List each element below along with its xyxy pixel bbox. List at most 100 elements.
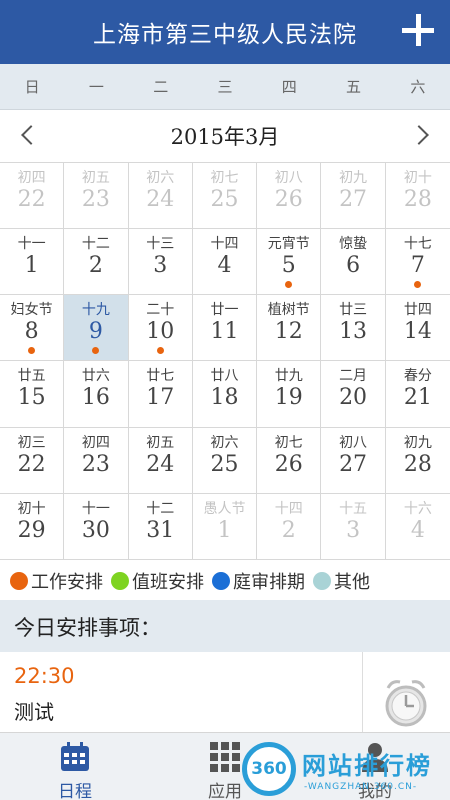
event-dot [156,347,164,355]
lunar-date: 十四 [274,500,303,517]
agenda-title: 今日安排事项： [14,616,161,640]
calendar-day[interactable]: 廿九 19 [257,361,322,428]
day-number: 27 [339,187,368,212]
calendar-day[interactable]: 廿八 18 [192,361,258,428]
tab-schedule[interactable]: 日程 [0,733,150,800]
calendar-day[interactable]: 初四 23 [64,427,129,494]
alarm-clock-icon[interactable] [382,676,430,728]
lunar-date: 十一 [81,500,110,517]
calendar-day[interactable]: 初七 26 [257,427,322,494]
calendar-day[interactable]: 二十 10 [128,295,193,362]
calendar-day[interactable]: 元宵节 5 [257,229,322,296]
calendar-day[interactable]: 初八 26 [257,163,322,230]
calendar-day[interactable]: 廿六 16 [64,361,129,428]
lunar-date: 十二 [146,500,175,517]
calendar-day[interactable]: 初八 27 [321,427,386,494]
event-divider [362,652,363,740]
calendar-day[interactable]: 初七 25 [192,163,258,230]
calendar-day[interactable]: 初五 24 [128,427,193,494]
calendar-day[interactable]: 廿一 11 [192,295,258,362]
calendar-day[interactable]: 初三 22 [0,427,65,494]
lunar-date: 十六 [403,500,432,517]
watermark-text: 网站排行榜 [302,752,432,780]
legend-swatch [111,572,129,590]
lunar-date: 初四 [17,170,46,186]
calendar-day[interactable]: 十二 31 [128,493,193,560]
day-number: 8 [24,319,39,345]
calendar-day[interactable]: 植树节 12 [257,295,322,362]
legend-item: 工作安排 [10,568,103,594]
lunar-date: 初三 [17,434,46,451]
calendar-day[interactable]: 春分 21 [385,361,450,428]
event-dot [285,281,293,289]
day-number: 4 [217,253,232,279]
calendar-day[interactable]: 廿五 15 [0,361,65,428]
legend-swatch [10,572,28,590]
lunar-date: 初六 [146,170,175,186]
day-number: 24 [146,187,175,212]
calendar-day[interactable]: 十七 7 [385,229,450,296]
agenda-event[interactable]: 22:30 测试 [0,652,450,740]
legend-label: 其他 [334,572,370,593]
weekday-label: 三 [217,78,233,96]
calendar-day[interactable]: 廿三 13 [321,295,386,362]
calendar-day[interactable]: 初十 29 [0,493,65,560]
lunar-date: 初十 [403,170,432,186]
calendar-day[interactable]: 廿七 17 [128,361,193,428]
weekday-bar: 日一二三四五六 [0,64,450,110]
day-number: 25 [210,187,239,212]
calendar-day[interactable]: 十四 2 [257,493,322,560]
lunar-date: 廿五 [17,368,46,385]
calendar-day[interactable]: 初十 28 [385,163,450,230]
day-number: 26 [274,187,303,212]
lunar-date: 十四 [210,236,239,253]
chevron-left-icon[interactable] [21,125,41,145]
grid-icon [210,742,240,772]
calendar-day[interactable]: 初九 28 [385,428,450,494]
calendar-day[interactable]: 初五 23 [64,163,129,230]
day-number: 13 [339,319,368,345]
weekday-label: 日 [24,78,40,96]
day-number: 24 [146,451,175,477]
lunar-date: 初六 [210,434,239,451]
lunar-date: 初九 [403,434,432,451]
day-number: 10 [146,319,175,345]
weekday-label: 四 [281,78,297,96]
plus-icon[interactable] [400,12,436,48]
day-number: 1 [217,517,232,543]
calendar-day-today[interactable]: 十九 9 [64,295,129,362]
calendar-day[interactable]: 初四 22 [0,163,65,230]
calendar-day[interactable]: 二月 20 [321,361,386,428]
day-number: 27 [339,451,368,477]
calendar-day[interactable]: 十一 30 [64,493,129,560]
calendar-day[interactable]: 廿四 14 [385,295,450,362]
watermark-badge: 360 [251,759,287,779]
day-number: 19 [274,385,303,411]
lunar-date: 廿七 [146,368,175,385]
calendar-day[interactable]: 愚人节 1 [192,493,258,560]
calendar-day[interactable]: 十二 2 [64,229,129,296]
day-number: 30 [81,517,110,543]
calendar-day[interactable]: 十四 4 [192,229,258,296]
chevron-right-icon[interactable] [409,125,429,145]
day-number: 26 [274,451,303,477]
day-number: 2 [88,253,103,279]
calendar-day[interactable]: 初九 27 [321,163,386,230]
calendar-day[interactable]: 初六 24 [128,163,193,230]
calendar-icon [61,742,89,771]
legend-item: 其他 [313,568,370,594]
calendar-day[interactable]: 十五 3 [321,493,386,560]
calendar-day[interactable]: 妇女节 8 [0,295,65,362]
calendar-day[interactable]: 初六 25 [192,427,258,494]
calendar-grid: 初四 22 初五 23 初六 24 初七 25 初八 26 初九 27 初十 28 十一 1 十二 2 十三 3 十四 4… [0,162,450,560]
day-number: 14 [403,319,432,345]
day-number: 22 [17,187,46,212]
lunar-date: 初十 [17,500,46,517]
calendar-day[interactable]: 十六 4 [385,494,450,560]
day-number: 31 [146,517,175,543]
calendar-day[interactable]: 惊蛰 6 [321,229,386,296]
lunar-date: 廿八 [210,368,239,385]
calendar-day[interactable]: 十一 1 [0,229,65,296]
lunar-date: 春分 [403,368,432,385]
calendar-day[interactable]: 十三 3 [128,229,193,296]
